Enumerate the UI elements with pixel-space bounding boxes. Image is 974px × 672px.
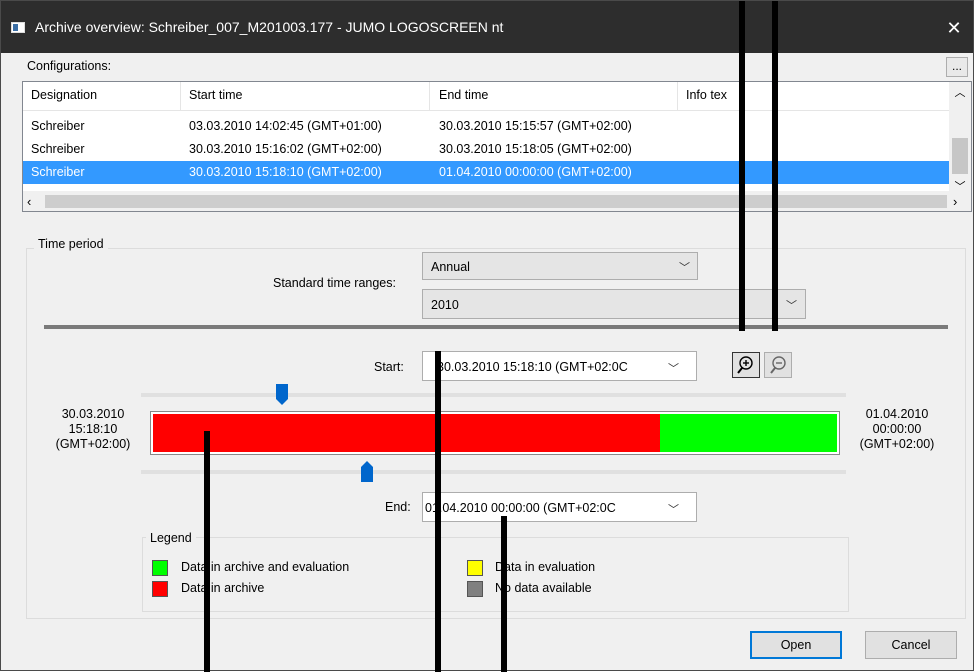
segment-data-in-archive [153,414,660,452]
zoom-in-button[interactable] [732,352,760,378]
legend-title: Legend [146,531,196,545]
chevron-down-icon: ﹀ [786,300,797,312]
separator-line [44,325,948,329]
range-start-time: 30.03.2010 15:18:10 (GMT+02:00) [45,407,141,452]
column-header-start-time[interactable]: Start time [189,88,243,102]
range-end-zone: (GMT+02:00) [859,437,935,451]
legend-swatch-no-data [467,581,483,597]
open-button[interactable]: Open [750,631,842,659]
time-period-label: Time period [34,237,108,251]
zoom-out-icon [770,356,786,374]
zoom-in-icon [737,356,753,374]
time-range-select[interactable]: Annual ﹀ [422,252,698,280]
column-header-info-text[interactable]: Info tex [686,88,727,102]
chevron-down-icon: ﹀ [679,262,690,274]
range-end-time: 01.04.2010 00:00:00 (GMT+02:00) [849,407,945,452]
end-datetime-picker[interactable]: 01.04.2010 00:00:00 (GMT+02:0C ﹀ [422,492,697,522]
configurations-label: Configurations: [27,59,112,73]
scroll-down-icon[interactable]: ﹀ [949,178,971,193]
end-slider-track[interactable] [141,470,846,474]
year-value: 2010 [431,298,459,312]
table-row[interactable]: Schreiber 03.03.2010 14:02:45 (GMT+01:00… [23,115,949,138]
legend-group [142,537,849,612]
close-button[interactable]: ✕ [939,15,969,41]
cancel-button[interactable]: Cancel [865,631,957,659]
title-bar: Archive overview: Schreiber_007_M201003.… [1,1,973,53]
horizontal-scroll-thumb[interactable] [45,195,947,208]
vertical-scroll-thumb[interactable] [952,138,968,174]
vertical-scrollbar[interactable]: ︿ ﹀ [949,82,971,193]
zoom-out-button[interactable] [764,352,792,378]
chevron-down-icon: ﹀ [668,504,679,516]
cell-end-time: 01.04.2010 00:00:00 (GMT+02:00) [439,165,632,179]
start-slider-thumb[interactable] [276,384,288,406]
scroll-right-icon[interactable]: › [953,194,957,209]
start-label: Start: [374,360,404,374]
end-slider-thumb[interactable] [361,460,373,482]
callout-line [501,516,507,672]
start-slider-track[interactable] [141,393,846,397]
start-datetime-picker[interactable]: 30.03.2010 15:18:10 (GMT+02:0C ﹀ [422,351,697,381]
range-end-date: 01.04.2010 [865,407,929,421]
standard-time-ranges-label: Standard time ranges: [273,276,396,290]
column-separator[interactable] [429,82,430,110]
archive-overview-window: Archive overview: Schreiber_007_M201003.… [0,0,974,672]
end-value: 01.04.2010 00:00:00 (GMT+02:0C [425,501,616,515]
legend-swatch-evaluation [467,560,483,576]
configurations-table: Designation Start time End time Info tex… [22,81,972,212]
column-header-designation[interactable]: Designation [31,88,97,102]
cell-end-time: 30.03.2010 15:15:57 (GMT+02:00) [439,119,632,133]
range-start-zone: (GMT+02:00) [55,437,131,451]
scroll-left-icon[interactable]: ‹ [27,194,31,209]
callout-line [204,431,210,672]
segment-data-in-archive-and-evaluation [660,414,837,452]
cell-designation: Schreiber [31,119,85,133]
cell-designation: Schreiber [31,142,85,156]
cell-start-time: 30.03.2010 15:18:10 (GMT+02:00) [189,165,382,179]
time-range-value: Annual [431,260,470,274]
legend-swatch-archive-and-evaluation [152,560,168,576]
callout-line [739,1,745,331]
column-separator[interactable] [677,82,678,110]
horizontal-scrollbar[interactable]: ‹ › [23,191,971,211]
column-header-end-time[interactable]: End time [439,88,488,102]
window-icon [11,22,25,33]
archive-time-bar [150,411,840,455]
table-row[interactable]: Schreiber 30.03.2010 15:16:02 (GMT+02:00… [23,138,949,161]
scroll-up-icon[interactable]: ︿ [949,84,971,102]
legend-swatch-archive [152,581,168,597]
start-value: 30.03.2010 15:18:10 (GMT+02:0C [437,360,628,374]
legend-label-evaluation: Data in evaluation [495,560,596,574]
legend-label-archive: Data in archive [181,581,265,595]
more-button[interactable]: ... [946,57,968,77]
range-end-clock: 00:00:00 [872,422,922,436]
cell-end-time: 30.03.2010 15:18:05 (GMT+02:00) [439,142,632,156]
window-title: Archive overview: Schreiber_007_M201003.… [35,19,504,35]
legend-label-no-data: No data available [495,581,592,595]
end-label: End: [385,500,411,514]
year-select[interactable]: 2010 ﹀ [422,289,806,319]
range-start-clock: 15:18:10 [68,422,118,436]
column-separator[interactable] [180,82,181,110]
cell-start-time: 30.03.2010 15:16:02 (GMT+02:00) [189,142,382,156]
range-start-date: 30.03.2010 [61,407,125,421]
callout-line [435,351,441,672]
cell-start-time: 03.03.2010 14:02:45 (GMT+01:00) [189,119,382,133]
table-row-selected[interactable]: Schreiber 30.03.2010 15:18:10 (GMT+02:00… [23,161,949,184]
callout-line [772,1,778,331]
header-divider [23,110,949,111]
chevron-down-icon: ﹀ [668,363,679,375]
cell-designation: Schreiber [31,165,85,179]
